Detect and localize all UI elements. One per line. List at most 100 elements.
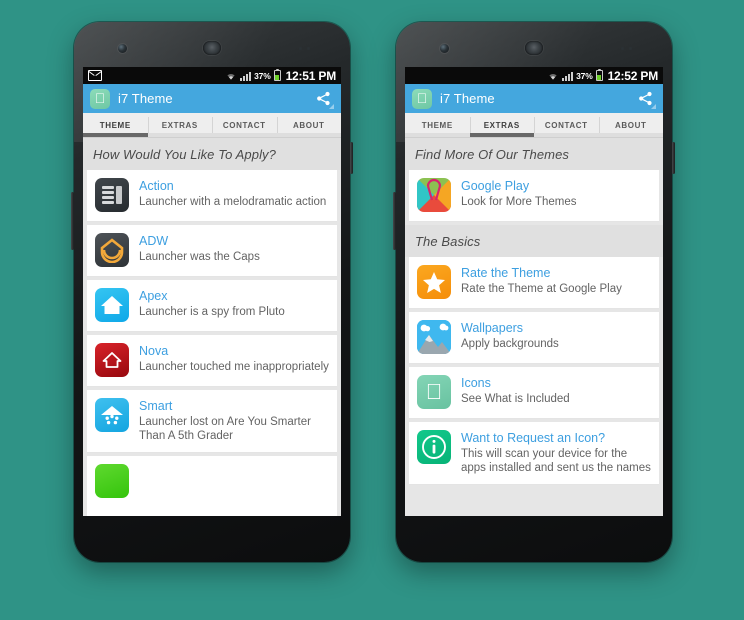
front-camera-icon (118, 44, 127, 53)
apple-icons-icon:  (417, 375, 451, 409)
status-bar-system: 37% 12:51 PM (225, 68, 337, 83)
section-header: The Basics (405, 225, 663, 257)
overflow-indicator-icon (329, 103, 334, 109)
list-item-title: Action (139, 179, 174, 193)
tab-label: THEME (99, 120, 131, 130)
list-item-subtitle: Apply backgrounds (461, 338, 559, 350)
battery-icon (595, 68, 603, 81)
list-item-title: Wallpapers (461, 321, 524, 335)
proximity-sensor-icon (299, 47, 310, 50)
phone-device-left: 37% 12:51 PM  i7 Theme (71, 22, 353, 562)
list-item[interactable]: Want to Request an Icon? This will scan … (409, 422, 659, 485)
list-item-subtitle: Look for More Themes (461, 196, 577, 208)
phone-screen-left: 37% 12:51 PM  i7 Theme (83, 67, 341, 516)
tab-bar: THEME EXTRAS CONTACT ABOUT (405, 113, 663, 138)
list-item[interactable]:  Icons See What is Included (409, 367, 659, 419)
list-item-title: Smart (139, 399, 173, 413)
list-item-title: Apex (139, 289, 168, 303)
status-bar-notifications (88, 70, 225, 81)
tab-label: ABOUT (293, 120, 325, 130)
list-item-subtitle: Launcher was the Caps (139, 251, 260, 263)
app-title: i7 Theme (118, 91, 173, 106)
status-bar: 37% 12:52 PM (405, 67, 663, 84)
share-button[interactable] (634, 88, 656, 110)
nova-launcher-icon (95, 343, 129, 377)
theme-list[interactable]: How Would You Like To Apply? Action Laun… (83, 138, 341, 516)
tab-label: CONTACT (544, 120, 588, 130)
list-item[interactable]: Wallpapers Apply backgrounds (409, 312, 659, 364)
overflow-indicator-icon (651, 103, 656, 109)
list-item[interactable]: Smart Launcher lost on Are You Smarter T… (87, 390, 337, 453)
star-icon (417, 265, 451, 299)
phone-device-right: 37% 12:52 PM  i7 Theme TH (393, 22, 675, 562)
battery-percent-label: 37% (576, 70, 593, 81)
tab-bar: THEME EXTRAS CONTACT ABOUT (83, 113, 341, 138)
list-item[interactable]: Apex Launcher is a spy from Pluto (87, 280, 337, 332)
tab-label: CONTACT (222, 120, 266, 130)
google-play-icon (417, 178, 451, 212)
list-item-title: Want to Request an Icon? (461, 431, 606, 445)
signal-icon (240, 71, 252, 81)
list-item-title: Google Play (461, 179, 530, 193)
proximity-sensor-icon (621, 47, 632, 50)
battery-percent-label: 37% (254, 70, 271, 81)
tab-label: THEME (421, 120, 453, 130)
next-launcher-icon (95, 464, 129, 498)
action-bar:  i7 Theme (83, 84, 341, 113)
wallpapers-icon (417, 320, 451, 354)
list-item-subtitle: Rate the Theme at Google Play (461, 283, 622, 295)
list-item[interactable]: Action Launcher with a melodramatic acti… (87, 170, 337, 222)
list-item[interactable]: Rate the Theme Rate the Theme at Google … (409, 257, 659, 309)
status-bar: 37% 12:51 PM (83, 67, 341, 84)
apple-app-icon:  (412, 88, 432, 109)
adw-launcher-icon (95, 233, 129, 267)
share-button[interactable] (312, 88, 334, 110)
apple-glyph-icon:  (95, 91, 106, 105)
battery-icon (273, 68, 281, 81)
earpiece-speaker-icon (525, 41, 543, 55)
list-item-subtitle: Launcher with a melodramatic action (139, 196, 327, 208)
extras-list[interactable]: Find More Of Our Themes Google Play Look… (405, 138, 663, 516)
power-button[interactable] (350, 142, 353, 174)
apple-glyph-icon:  (426, 381, 443, 403)
smart-launcher-icon (95, 398, 129, 432)
section-header: Find More Of Our Themes (405, 138, 663, 170)
wifi-icon (225, 70, 237, 81)
list-item-title: Icons (461, 376, 491, 390)
status-bar-clock: 12:52 PM (607, 68, 659, 83)
action-launcher-icon (95, 178, 129, 212)
tab-active-indicator (469, 133, 534, 137)
list-item-subtitle: Launcher touched me inappropriately (139, 361, 329, 373)
action-bar:  i7 Theme (405, 84, 663, 113)
volume-button[interactable] (393, 192, 396, 250)
list-item-title: ADW (139, 234, 169, 248)
status-bar-clock: 12:51 PM (285, 68, 337, 83)
tab-label: EXTRAS (161, 120, 198, 130)
app-title: i7 Theme (440, 91, 495, 106)
apple-glyph-icon:  (417, 91, 428, 105)
info-icon (417, 430, 451, 464)
volume-button[interactable] (71, 192, 74, 250)
section-header: How Would You Like To Apply? (83, 138, 341, 170)
tab-active-indicator (83, 133, 148, 137)
apple-app-icon:  (90, 88, 110, 109)
list-item[interactable]: ADW Launcher was the Caps (87, 225, 337, 277)
list-item[interactable]: Google Play Look for More Themes (409, 170, 659, 222)
power-button[interactable] (672, 142, 675, 174)
status-bar-system: 37% 12:52 PM (547, 68, 659, 83)
mail-icon (88, 70, 102, 81)
front-camera-icon (440, 44, 449, 53)
list-item-partial[interactable] (87, 456, 337, 516)
list-item-title: Nova (139, 344, 169, 358)
earpiece-speaker-icon (203, 41, 221, 55)
tab-indicator-track (405, 133, 663, 137)
list-item-subtitle: See What is Included (461, 393, 570, 405)
signal-icon (562, 71, 574, 81)
tab-label: ABOUT (615, 120, 647, 130)
tab-label: EXTRAS (483, 120, 520, 130)
list-item-subtitle: This will scan your device for the apps … (461, 448, 651, 474)
list-item-subtitle: Launcher is a spy from Pluto (139, 306, 285, 318)
apex-launcher-icon (95, 288, 129, 322)
phone-screen-right: 37% 12:52 PM  i7 Theme TH (405, 67, 663, 516)
list-item[interactable]: Nova Launcher touched me inappropriately (87, 335, 337, 387)
